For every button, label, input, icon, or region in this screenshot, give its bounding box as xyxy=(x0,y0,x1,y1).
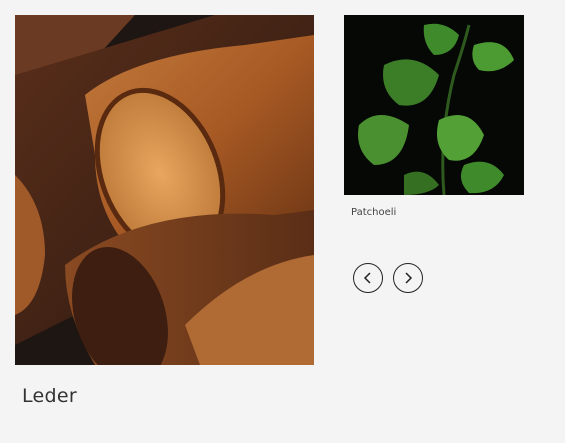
card-title[interactable]: Patchoeli xyxy=(351,207,396,218)
carousel-next-button[interactable] xyxy=(393,263,423,293)
leather-rolls-image[interactable] xyxy=(15,15,314,365)
card-title[interactable]: Leder xyxy=(22,385,77,407)
chevron-left-icon xyxy=(363,272,371,284)
carousel-prev-button[interactable] xyxy=(353,263,383,293)
patchouli-plant-image[interactable] xyxy=(344,15,524,195)
chevron-right-icon xyxy=(405,272,413,284)
